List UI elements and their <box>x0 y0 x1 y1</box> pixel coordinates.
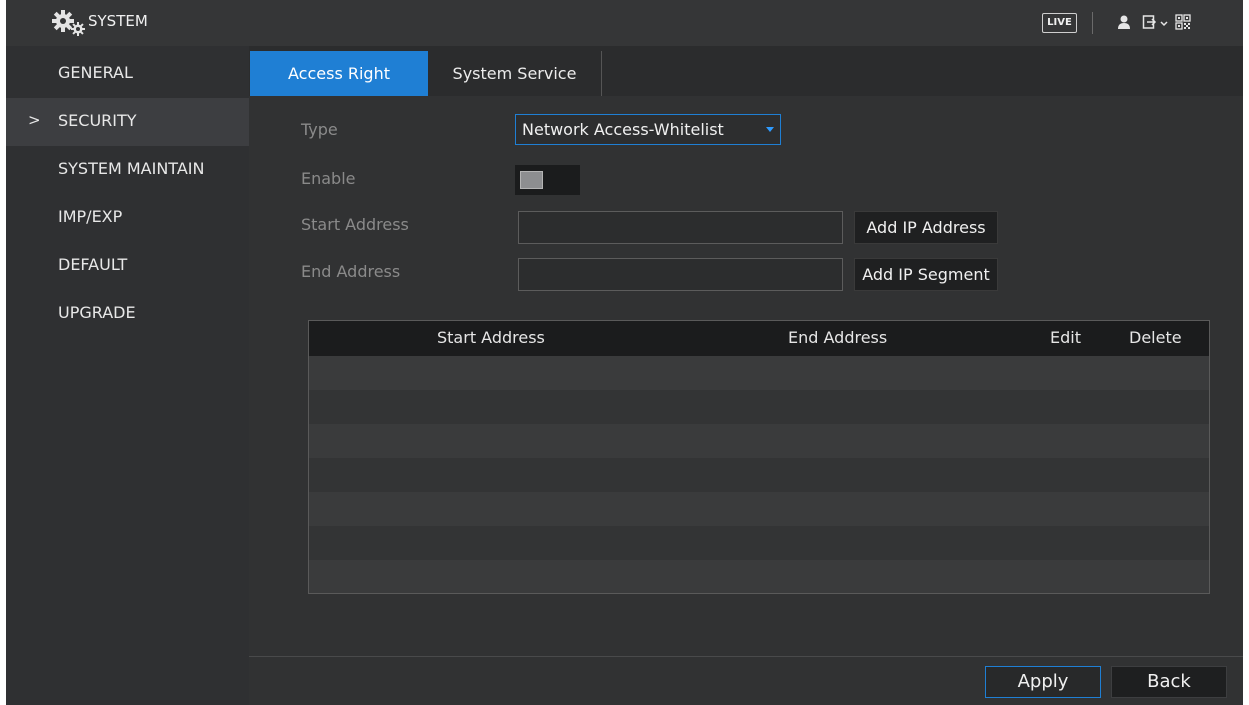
sidebar-item-label: DEFAULT <box>58 255 128 274</box>
table-row <box>309 458 1209 492</box>
main-panel: Access Right System Service Type Network… <box>249 46 1243 705</box>
back-button[interactable]: Back <box>1111 666 1227 698</box>
gear-icon <box>52 10 85 36</box>
table-row <box>309 424 1209 458</box>
tab-bar: Access Right System Service <box>249 46 1243 96</box>
enable-toggle[interactable] <box>515 165 580 195</box>
app-window: SYSTEM LIVE GENERAL > SECURITY SYSTEM MA… <box>6 0 1243 705</box>
end-address-input[interactable] <box>518 258 843 291</box>
sidebar-item-label: UPGRADE <box>58 303 136 322</box>
sidebar-item-label: SYSTEM MAINTAIN <box>58 159 205 178</box>
table-row <box>309 492 1209 526</box>
whitelist-table: Start Address End Address Edit Delete <box>308 320 1210 594</box>
start-address-input[interactable] <box>518 211 843 244</box>
sidebar-item-label: SECURITY <box>58 111 137 130</box>
footer-divider <box>249 656 1243 657</box>
tab-access-right[interactable]: Access Right <box>250 51 428 96</box>
tab-system-service[interactable]: System Service <box>428 51 602 96</box>
sidebar: GENERAL > SECURITY SYSTEM MAINTAIN IMP/E… <box>6 46 249 705</box>
dropdown-caret-icon <box>766 127 774 132</box>
qr-code-icon[interactable] <box>1175 14 1191 30</box>
column-header-end-address: End Address <box>788 328 888 347</box>
add-ip-address-button[interactable]: Add IP Address <box>854 211 998 244</box>
type-label: Type <box>301 120 338 139</box>
sidebar-item-label: GENERAL <box>58 63 133 82</box>
sidebar-item-label: IMP/EXP <box>58 207 123 226</box>
type-dropdown[interactable]: Network Access-Whitelist <box>515 114 781 145</box>
column-header-delete: Delete <box>1129 328 1182 347</box>
top-header: SYSTEM LIVE <box>6 0 1243 46</box>
table-row <box>309 356 1209 390</box>
page-title: SYSTEM <box>88 12 148 30</box>
toggle-knob <box>520 171 543 189</box>
column-header-edit: Edit <box>1050 328 1081 347</box>
add-ip-segment-button[interactable]: Add IP Segment <box>854 258 998 291</box>
table-header: Start Address End Address Edit Delete <box>309 321 1209 356</box>
sidebar-item-security[interactable]: > SECURITY <box>6 98 249 146</box>
type-dropdown-value: Network Access-Whitelist <box>522 120 724 139</box>
apply-button[interactable]: Apply <box>985 666 1101 698</box>
sidebar-item-general[interactable]: GENERAL <box>6 50 249 98</box>
start-address-label: Start Address <box>301 215 409 234</box>
table-row <box>309 390 1209 424</box>
sidebar-item-default[interactable]: DEFAULT <box>6 242 249 290</box>
sidebar-item-imp-exp[interactable]: IMP/EXP <box>6 194 249 242</box>
active-marker-icon: > <box>28 111 41 129</box>
end-address-label: End Address <box>301 262 401 281</box>
header-divider <box>1092 12 1093 34</box>
sidebar-item-system-maintain[interactable]: SYSTEM MAINTAIN <box>6 146 249 194</box>
column-header-start-address: Start Address <box>437 328 545 347</box>
table-row <box>309 526 1209 560</box>
user-icon[interactable] <box>1117 14 1131 30</box>
table-row <box>309 560 1209 593</box>
logout-icon[interactable] <box>1142 14 1158 30</box>
sidebar-item-upgrade[interactable]: UPGRADE <box>6 290 249 338</box>
enable-label: Enable <box>301 169 356 188</box>
live-button[interactable]: LIVE <box>1042 13 1077 33</box>
chevron-down-icon[interactable] <box>1160 21 1168 27</box>
